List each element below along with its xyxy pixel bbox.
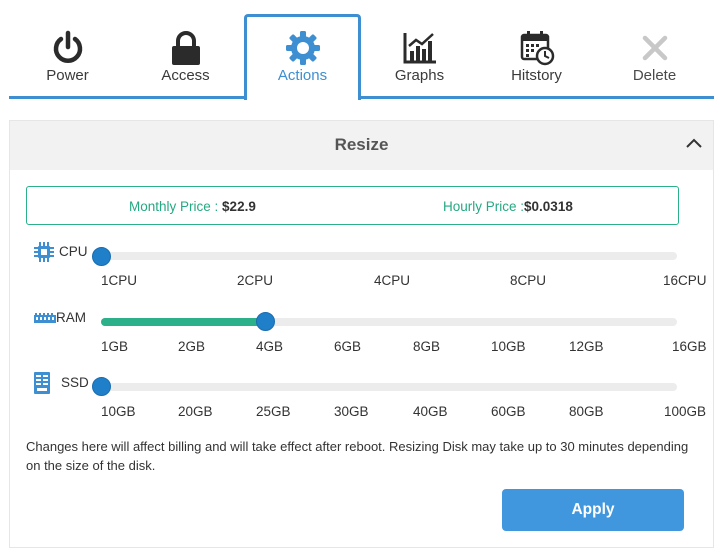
ssd-slider-handle[interactable]	[92, 377, 111, 396]
tab-label: Access	[161, 67, 210, 84]
ram-tick: 6GB	[334, 339, 362, 354]
tab-delete[interactable]: Delete	[596, 14, 713, 99]
tab-graphs[interactable]: Graphs	[361, 14, 478, 99]
cpu-slider-track[interactable]	[101, 252, 677, 260]
tab-actions[interactable]: Actions	[244, 14, 361, 100]
ram-slider-fill	[101, 318, 267, 326]
cpu-tick: 16CPU	[663, 273, 707, 288]
cpu-tick: 2CPU	[237, 273, 274, 288]
cpu-tick: 4CPU	[374, 273, 411, 288]
billing-note: Changes here will affect billing and wil…	[26, 439, 689, 473]
hourly-price: Hourly Price :$0.0318	[443, 199, 573, 214]
ssd-tick: 100GB	[664, 404, 707, 419]
lock-icon	[127, 30, 244, 66]
ssd-icon	[34, 372, 50, 399]
tab-label: Actions	[277, 67, 328, 84]
ram-tick: 2GB	[178, 339, 206, 354]
graph-icon	[361, 30, 478, 66]
ram-tick: 12GB	[569, 339, 604, 354]
cpu-tick: 8CPU	[510, 273, 547, 288]
tab-history[interactable]: Hitstory	[478, 14, 595, 99]
panel-header[interactable]: Resize	[10, 121, 713, 170]
tabs-underline	[9, 96, 714, 99]
ssd-tick: 30GB	[334, 404, 369, 419]
apply-button[interactable]: Apply	[502, 489, 684, 531]
ram-tick: 4GB	[256, 339, 284, 354]
tab-label: Hitstory	[511, 67, 562, 84]
hourly-price-label: Hourly Price :	[443, 199, 525, 214]
ram-tick: 8GB	[413, 339, 441, 354]
power-icon	[9, 30, 126, 66]
monthly-price-label: Monthly Price :	[129, 199, 219, 214]
cpu-label: CPU	[59, 244, 88, 259]
ram-tick: 16GB	[672, 339, 707, 354]
resize-panel: Resize Monthly Price : $22.9 Hourly Pric…	[9, 120, 714, 548]
gear-icon	[247, 30, 358, 66]
ram-tick: 10GB	[491, 339, 526, 354]
ssd-tick: 20GB	[178, 404, 213, 419]
monthly-price: Monthly Price : $22.9	[129, 199, 256, 214]
ssd-tick: 40GB	[413, 404, 448, 419]
ssd-label: SSD	[61, 375, 89, 390]
chevron-up-icon[interactable]	[683, 133, 705, 155]
price-box: Monthly Price : $22.9 Hourly Price :$0.0…	[26, 186, 679, 225]
calendar-clock-icon	[478, 30, 595, 66]
tab-label: Delete	[632, 67, 677, 84]
cpu-icon	[34, 242, 54, 267]
ssd-tick: 10GB	[101, 404, 136, 419]
cpu-tick: 1CPU	[101, 273, 138, 288]
tab-access[interactable]: Access	[127, 14, 244, 99]
cpu-slider-handle[interactable]	[92, 247, 111, 266]
ssd-tick: 60GB	[491, 404, 526, 419]
ram-label: RAM	[56, 310, 86, 325]
ram-icon	[34, 312, 56, 330]
ram-slider-handle[interactable]	[256, 312, 275, 331]
tab-power[interactable]: Power	[9, 14, 126, 99]
monthly-price-value: $22.9	[222, 199, 256, 214]
hourly-price-value: $0.0318	[524, 199, 573, 214]
ssd-tick: 80GB	[569, 404, 604, 419]
tab-bar: Power Access Actions Graphs Hitstory Del…	[0, 0, 725, 100]
ram-tick: 1GB	[101, 339, 129, 354]
ssd-tick: 25GB	[256, 404, 291, 419]
tab-label: Power	[46, 67, 89, 84]
ssd-slider-track[interactable]	[101, 383, 677, 391]
tab-label: Graphs	[394, 67, 445, 84]
panel-title: Resize	[334, 135, 389, 154]
close-icon	[596, 30, 713, 66]
